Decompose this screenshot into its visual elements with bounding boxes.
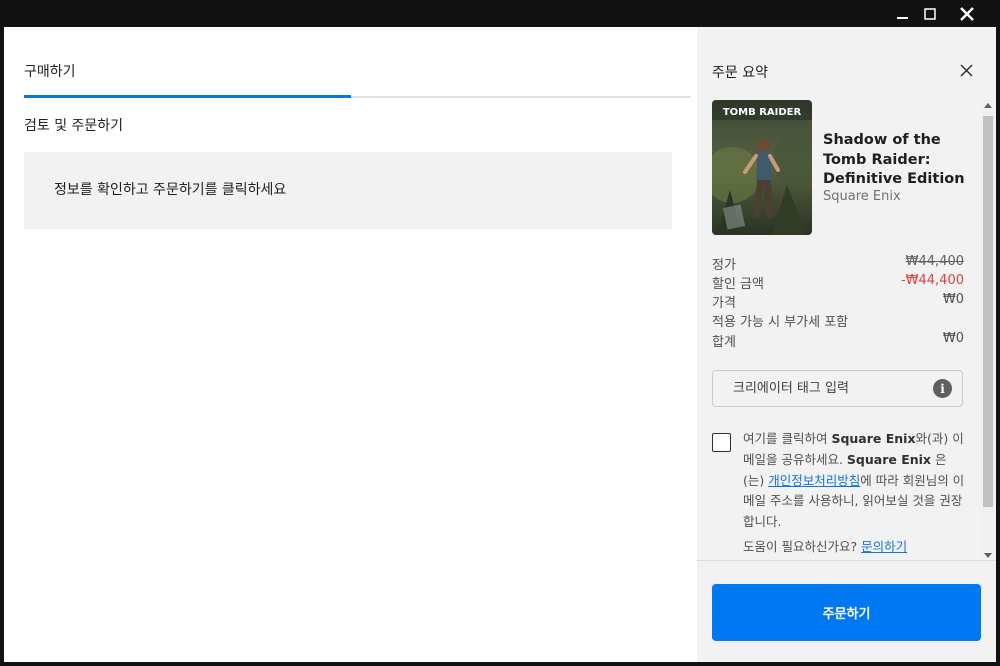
close-icon: [960, 6, 974, 21]
help-text: 도움이 필요하신가요?: [743, 539, 858, 554]
consent-text-part: 여기를 클릭하여: [743, 431, 832, 446]
email-consent-text: 여기를 클릭하여 Square Enix와(과) 이메일을 공유하세요. Squ…: [743, 429, 967, 533]
price-row-total: 합계 ₩0: [712, 331, 964, 350]
scrollbar-thumb[interactable]: [983, 116, 993, 507]
contact-link[interactable]: 문의하기: [861, 539, 907, 554]
price-label: 할인 금액: [712, 277, 764, 292]
price-label: 합계: [712, 335, 736, 350]
price-value: -₩44,400: [900, 273, 964, 288]
info-message-box: 정보를 확인하고 주문하기를 클릭하세요: [24, 152, 672, 229]
privacy-policy-link[interactable]: 개인정보처리방침: [768, 473, 860, 488]
section-title: 검토 및 주문하기: [24, 118, 124, 134]
place-order-button[interactable]: 주문하기: [712, 584, 981, 641]
summary-divider: [697, 560, 996, 561]
price-row-original: 정가 ₩44,400: [712, 254, 964, 273]
price-row-vat-note: 적용 가능 시 부가세 포함: [712, 311, 964, 330]
creator-tag-input[interactable]: [713, 371, 948, 406]
summary-close-button[interactable]: [955, 59, 977, 81]
summary-title: 주문 요약: [712, 65, 768, 81]
game-cover-image: TOMB RAIDER: [712, 100, 812, 235]
cover-art-title: TOMB RAIDER: [723, 107, 802, 118]
tab-active-indicator: [24, 95, 351, 98]
price-value: ₩0: [942, 292, 964, 307]
checkout-window: 구매하기 검토 및 주문하기 정보를 확인하고 주문하기를 클릭하세요 주문 요…: [4, 27, 996, 662]
help-line: 도움이 필요하신가요? 문의하기: [743, 536, 907, 555]
consent-publisher: Square Enix: [831, 431, 916, 446]
minimize-icon: [897, 16, 908, 19]
window-titlebar: [0, 0, 1000, 27]
price-row-discount: 할인 금액 -₩44,400: [712, 273, 964, 292]
price-value: ₩44,400: [905, 254, 964, 269]
price-label: 가격: [712, 296, 736, 311]
game-title: Shadow of the Tomb Raider: Definitive Ed…: [823, 132, 965, 187]
consent-publisher: Square Enix: [846, 451, 931, 467]
scroll-down-arrow-icon[interactable]: [984, 553, 992, 558]
info-icon[interactable]: i: [933, 379, 952, 398]
info-message: 정보를 확인하고 주문하기를 클릭하세요: [54, 182, 287, 198]
creator-tag-field: i: [712, 370, 963, 407]
email-consent-checkbox[interactable]: [712, 433, 731, 452]
tab-purchase[interactable]: 구매하기: [24, 61, 76, 81]
window-close-button[interactable]: [950, 0, 984, 27]
price-label: 정가: [712, 258, 736, 273]
game-publisher: Square Enix: [823, 189, 901, 204]
close-icon: [959, 63, 973, 77]
checkout-panel: 구매하기 검토 및 주문하기 정보를 확인하고 주문하기를 클릭하세요: [4, 27, 697, 662]
maximize-button[interactable]: [913, 0, 947, 27]
price-value: ₩0: [942, 331, 964, 346]
maximize-icon: [924, 7, 936, 20]
price-row-price: 가격 ₩0: [712, 292, 964, 311]
price-label: 적용 가능 시 부가세 포함: [712, 315, 849, 330]
order-summary-panel: 주문 요약 TOMB RAIDER Shadow of the Tomb Rai…: [697, 27, 996, 662]
scroll-up-arrow-icon[interactable]: [984, 103, 992, 108]
